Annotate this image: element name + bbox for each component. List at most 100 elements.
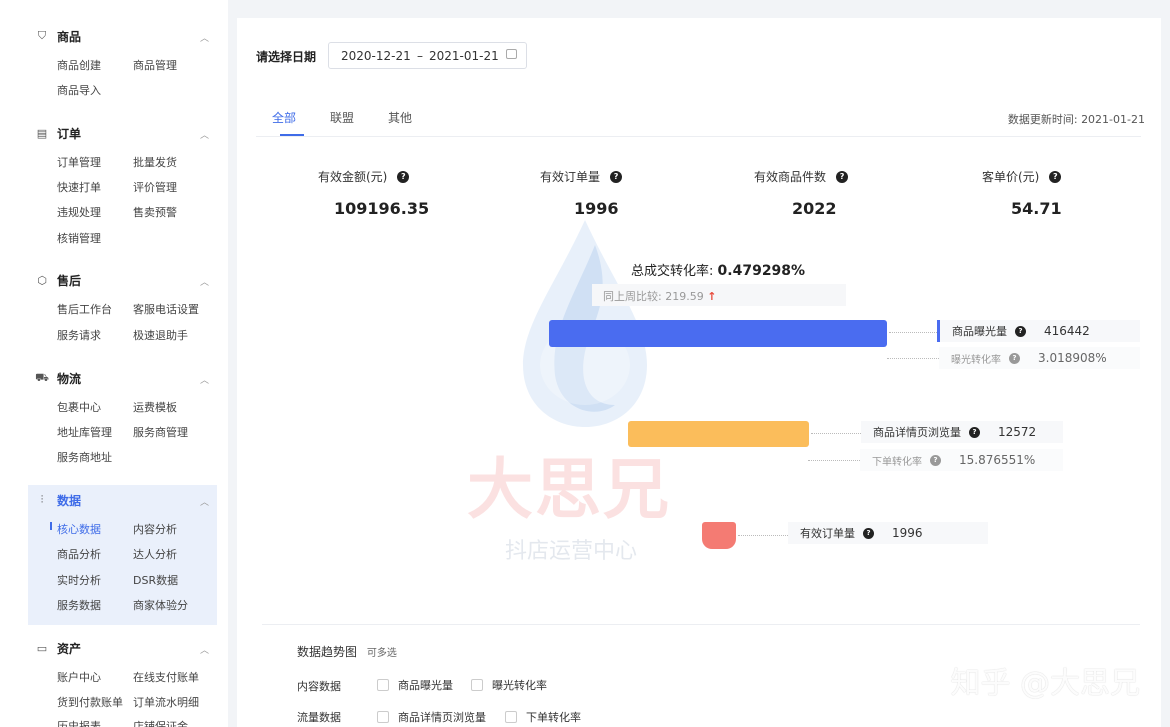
tab-alliance[interactable]: 联盟 xyxy=(330,109,354,126)
stage-value: 1996 xyxy=(892,526,923,540)
bag-icon: ⛉ xyxy=(37,29,47,42)
question-icon[interactable]: ? xyxy=(1049,170,1062,183)
sidebar-item-history-report[interactable]: 历史报表 xyxy=(57,718,101,727)
sidebar-group-title: 售后 xyxy=(57,273,82,288)
question-icon[interactable]: ? xyxy=(1015,325,1026,337)
checkbox-order-rate[interactable]: 下单转化率 xyxy=(505,709,581,725)
stage-label: 商品曝光量 xyxy=(952,325,1007,338)
sidebar-item-deposit[interactable]: 店铺保证金 xyxy=(133,718,188,727)
sidebar-item-influencer-analysis[interactable]: 达人分析 xyxy=(133,546,177,562)
sidebar-item-merchant-score[interactable]: 商家体验分 xyxy=(133,597,188,613)
total-conversion: 总成交转化率: 0.479298% xyxy=(631,260,805,279)
stage-label: 有效订单量 xyxy=(800,527,855,540)
sidebar-item-sale-warning[interactable]: 售卖预警 xyxy=(133,204,177,220)
checkbox-label: 商品曝光量 xyxy=(398,679,453,692)
trend-category: 内容数据 xyxy=(297,680,341,693)
sidebar-item-service-request[interactable]: 服务请求 xyxy=(57,327,101,343)
connector-line xyxy=(889,332,937,333)
sidebar-item-provider-address[interactable]: 服务商地址 xyxy=(57,449,112,465)
sidebar-item-product-analysis[interactable]: 商品分析 xyxy=(57,546,101,562)
sidebar-item-fast-refund[interactable]: 极速退助手 xyxy=(133,327,188,343)
sidebar-item-reviews[interactable]: 评价管理 xyxy=(133,179,177,195)
connector-line xyxy=(811,433,861,434)
question-icon[interactable]: ? xyxy=(1009,352,1020,364)
sidebar-item-shipping-template[interactable]: 运费模板 xyxy=(133,399,177,415)
funnel-bar-exposure xyxy=(549,320,887,347)
sidebar-item-core-data[interactable]: 核心数据 xyxy=(57,521,101,537)
checkbox-box[interactable] xyxy=(377,711,389,723)
sidebar-item-product-import[interactable]: 商品导入 xyxy=(57,82,101,98)
checkbox-box[interactable] xyxy=(505,711,517,723)
question-icon[interactable]: ? xyxy=(930,454,941,466)
date-filter-label: 请选择日期 xyxy=(256,50,317,64)
metric-value-orders: 1996 xyxy=(574,199,619,218)
question-icon[interactable]: ? xyxy=(969,426,980,438)
metric-label: 有效商品件数 ? xyxy=(754,168,849,185)
week-compare-value: 219.59 xyxy=(665,290,704,303)
sidebar-group-title: 资产 xyxy=(57,641,82,656)
sidebar-group-products[interactable]: ⛉ 商品 xyxy=(35,26,81,46)
question-icon[interactable]: ? xyxy=(397,170,410,183)
sidebar-item-service-data[interactable]: 服务数据 xyxy=(57,597,101,613)
end-date[interactable]: 2021-01-21 xyxy=(429,49,499,63)
sidebar-item-batch-ship[interactable]: 批量发货 xyxy=(133,154,177,170)
sidebar-group-title: 物流 xyxy=(57,371,82,386)
metric-label-text: 客单价(元) xyxy=(982,170,1040,184)
metric-label-text: 有效商品件数 xyxy=(754,170,827,184)
question-icon[interactable]: ? xyxy=(863,527,874,539)
date-range-picker[interactable]: 2020-12-21 – 2021-01-21 xyxy=(328,42,527,69)
sidebar-item-dsr-data[interactable]: DSR数据 xyxy=(133,572,178,588)
sidebar-item-order-flow[interactable]: 订单流水明细 xyxy=(133,694,199,710)
sidebar-item-account-center[interactable]: 账户中心 xyxy=(57,669,101,685)
funnel-bar-orders xyxy=(702,522,736,549)
sidebar-item-quick-print[interactable]: 快速打单 xyxy=(57,179,101,195)
sidebar-item-violations[interactable]: 违规处理 xyxy=(57,204,101,220)
calendar-icon[interactable] xyxy=(506,49,517,59)
sidebar-item-verification[interactable]: 核销管理 xyxy=(57,230,101,246)
checkbox-exposure-rate[interactable]: 曝光转化率 xyxy=(471,677,547,693)
rate-value: 3.018908% xyxy=(1038,351,1107,365)
sidebar-item-realtime-analysis[interactable]: 实时分析 xyxy=(57,572,101,588)
sidebar-item-parcel-center[interactable]: 包裹中心 xyxy=(57,399,101,415)
checkbox-exposure[interactable]: 商品曝光量 xyxy=(377,677,453,693)
trend-category: 流量数据 xyxy=(297,711,341,724)
sidebar-item-product-create[interactable]: 商品创建 xyxy=(57,57,101,73)
checkbox-box[interactable] xyxy=(377,679,389,691)
sidebar-item-aftersale-workbench[interactable]: 售后工作台 xyxy=(57,301,112,317)
arrow-up-icon: ↑ xyxy=(707,290,717,303)
checkbox-detail-views[interactable]: 商品详情页浏览量 xyxy=(377,709,486,725)
metric-label: 客单价(元) ? xyxy=(982,168,1062,185)
sidebar-item-provider-manage[interactable]: 服务商管理 xyxy=(133,424,188,440)
sidebar-item-cod-bill[interactable]: 货到付款账单 xyxy=(57,694,123,710)
connector-line xyxy=(738,535,788,536)
question-icon[interactable]: ? xyxy=(610,170,623,183)
tab-other[interactable]: 其他 xyxy=(388,109,412,126)
sidebar-group-assets[interactable]: ▭ 资产 xyxy=(35,638,81,658)
sidebar-group-orders[interactable]: ▤ 订单 xyxy=(35,123,81,143)
week-compare: 同上周比较: 219.59 ↑ xyxy=(592,284,846,306)
sidebar-item-order-manage[interactable]: 订单管理 xyxy=(57,154,101,170)
rate-label: 下单转化率 xyxy=(872,456,922,468)
checkbox-box[interactable] xyxy=(471,679,483,691)
start-date[interactable]: 2020-12-21 xyxy=(341,49,411,63)
chart-icon: ⫶ xyxy=(40,493,44,506)
sidebar-item-cs-phone[interactable]: 客服电话设置 xyxy=(133,301,199,317)
sidebar-item-address-library[interactable]: 地址库管理 xyxy=(57,424,112,440)
metric-value-aov: 54.71 xyxy=(1011,199,1062,218)
tab-all[interactable]: 全部 xyxy=(272,109,296,126)
stage-value: 416442 xyxy=(1044,324,1090,338)
tabs-divider xyxy=(256,136,1141,137)
sidebar-item-online-bill[interactable]: 在线支付账单 xyxy=(133,669,199,685)
box-icon: ⬡ xyxy=(37,273,47,287)
sidebar-item-product-manage[interactable]: 商品管理 xyxy=(133,57,177,73)
question-icon[interactable]: ? xyxy=(836,170,849,183)
order-icon: ▤ xyxy=(36,126,48,140)
sidebar-item-content-analysis[interactable]: 内容分析 xyxy=(133,521,177,537)
sidebar-group-data[interactable]: ⫶ 数据 xyxy=(35,490,81,510)
sidebar-group-logistics[interactable]: ⛟ 物流 xyxy=(35,368,81,388)
week-compare-label: 同上周比较: xyxy=(603,290,662,303)
trend-title-text: 数据趋势图 xyxy=(297,645,358,659)
checkbox-label: 商品详情页浏览量 xyxy=(398,711,486,724)
rate-value: 15.876551% xyxy=(959,453,1036,467)
sidebar-group-aftersales[interactable]: ⬡ 售后 xyxy=(35,270,81,290)
